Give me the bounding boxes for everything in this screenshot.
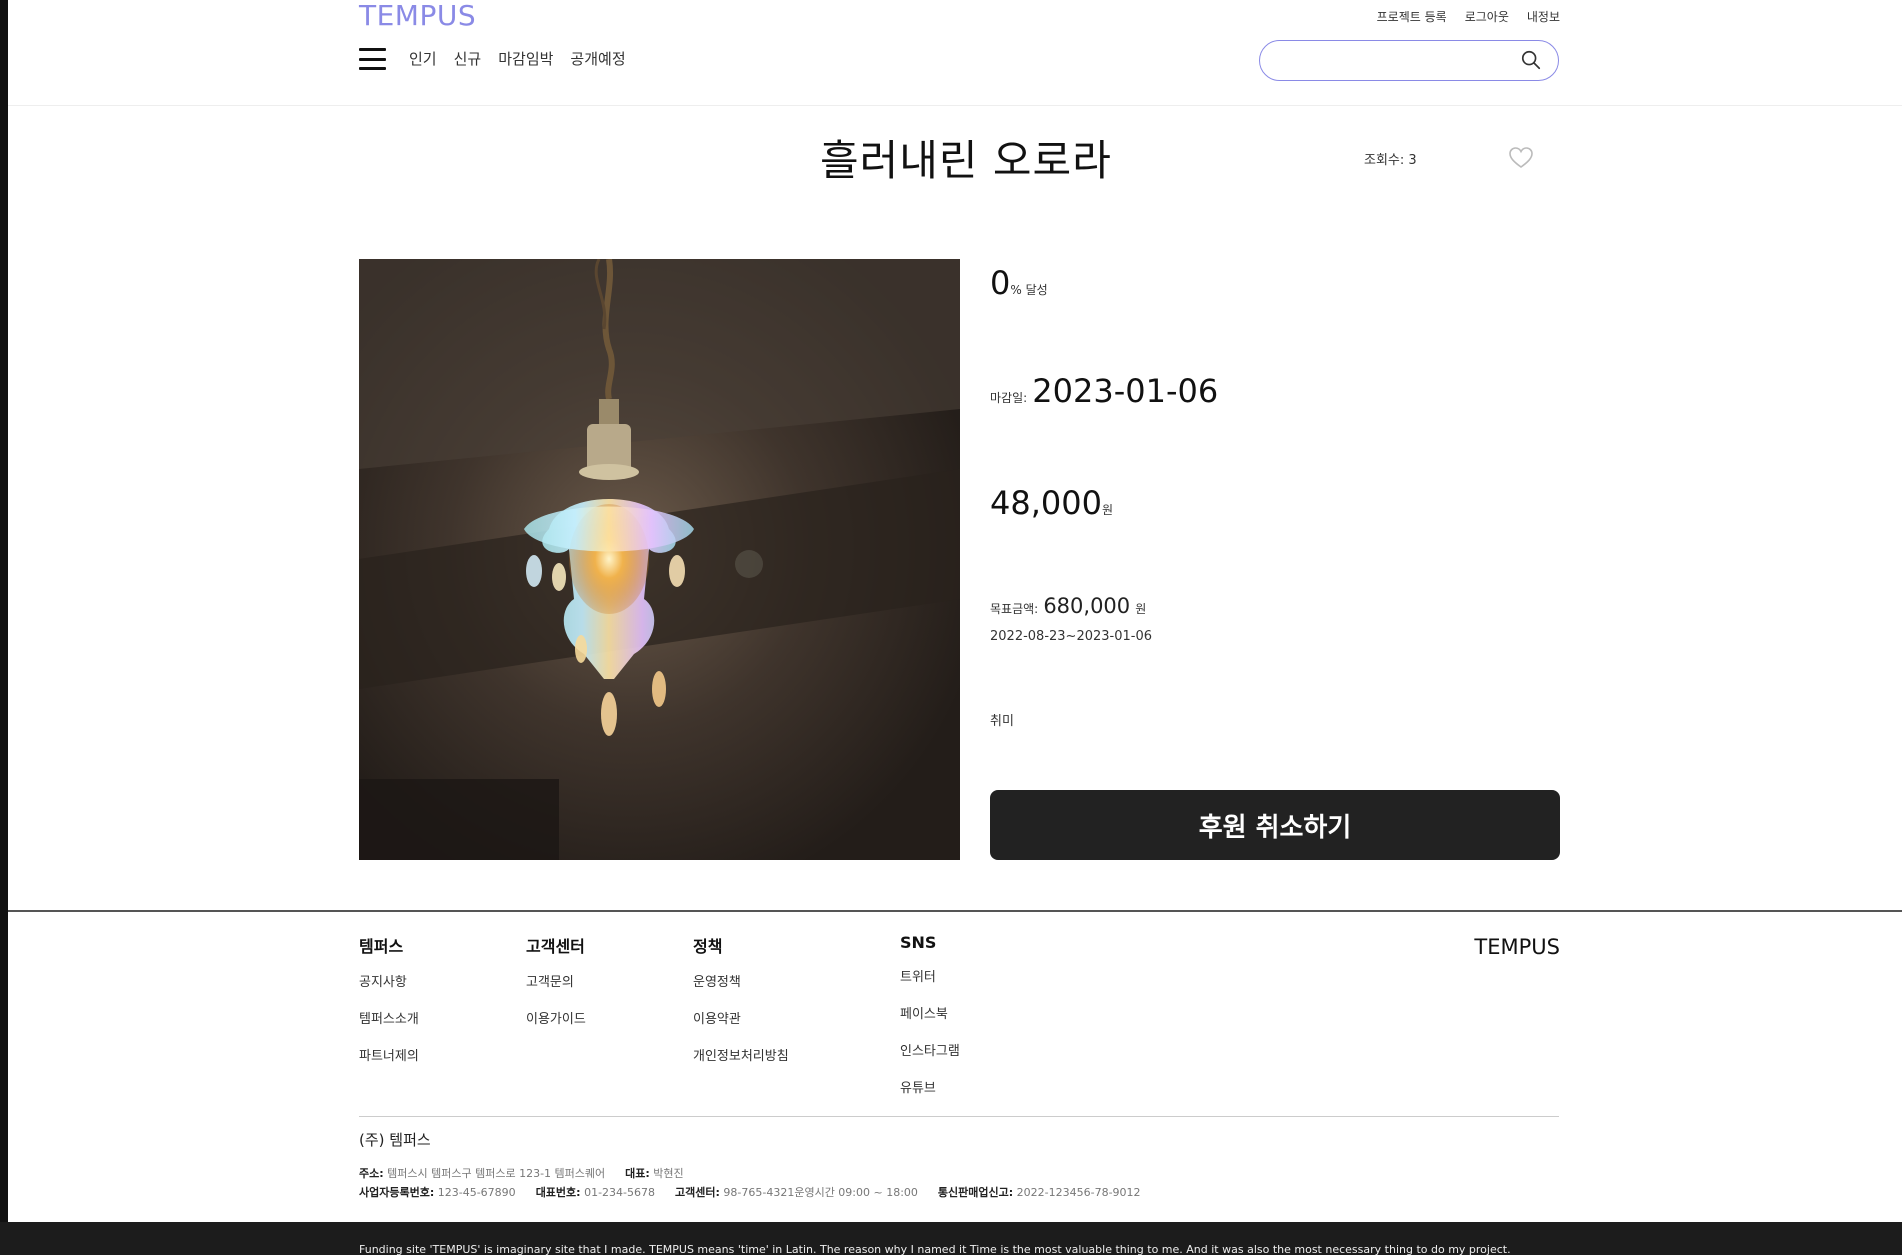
goal-label: 목표금액: bbox=[990, 602, 1039, 616]
mail-order-label: 통신판매업신고: bbox=[937, 1186, 1014, 1199]
company-name: (주) 템퍼스 bbox=[359, 1131, 431, 1149]
footer-col-sns: SNS 트위터 페이스북 인스타그램 유튜브 bbox=[900, 933, 960, 1114]
achievement-value: 0 bbox=[990, 264, 1011, 302]
footer-link-notice[interactable]: 공지사항 bbox=[359, 971, 419, 990]
cancel-support-button[interactable]: 후원 취소하기 bbox=[990, 790, 1560, 860]
product-image bbox=[359, 259, 960, 860]
header-divider bbox=[8, 105, 1902, 106]
footer-col-title: 템퍼스 bbox=[359, 937, 404, 956]
ceo-value: 박현진 bbox=[653, 1167, 684, 1180]
bottom-bar: Funding site 'TEMPUS' is imaginary site … bbox=[0, 1222, 1902, 1255]
nav-popular[interactable]: 인기 bbox=[409, 48, 437, 69]
footer-col-title: 고객센터 bbox=[526, 937, 585, 956]
footer-link-partner[interactable]: 파트너제의 bbox=[359, 1045, 419, 1064]
footer-link-guide[interactable]: 이용가이드 bbox=[526, 1008, 586, 1027]
footer-link-youtube[interactable]: 유튜브 bbox=[900, 1077, 960, 1096]
address-label: 주소: bbox=[359, 1167, 384, 1180]
nav-closing-soon[interactable]: 마감임박 bbox=[498, 48, 553, 69]
register-project-link[interactable]: 프로젝트 등록 bbox=[1377, 8, 1447, 25]
site-logo[interactable]: TEMPUS bbox=[359, 0, 476, 32]
site-disclaimer: Funding site 'TEMPUS' is imaginary site … bbox=[359, 1243, 1511, 1255]
goal-unit: 원 bbox=[1135, 602, 1147, 616]
search-input[interactable] bbox=[1276, 41, 1516, 79]
footer-link-privacy[interactable]: 개인정보처리방침 bbox=[693, 1045, 789, 1064]
footer-link-instagram[interactable]: 인스타그램 bbox=[900, 1040, 960, 1059]
mail-order-value: 2022-123456-78-9012 bbox=[1016, 1186, 1141, 1199]
footer-link-facebook[interactable]: 페이스북 bbox=[900, 1003, 960, 1022]
footer-link-operation[interactable]: 운영정책 bbox=[693, 971, 789, 990]
footer-col-title: SNS bbox=[900, 933, 937, 952]
deadline-value: 2023-01-06 bbox=[1032, 372, 1219, 410]
deadline-label: 마감일: bbox=[990, 391, 1028, 405]
cs-value: 98-765-4321운영시간 09:00 ~ 18:00 bbox=[723, 1186, 918, 1199]
company-info-line-2: 사업자등록번호: 123-45-67890 대표번호: 01-234-5678 고객… bbox=[359, 1184, 1141, 1200]
my-info-link[interactable]: 내정보 bbox=[1527, 8, 1560, 25]
main-nav: 인기 신규 마감임박 공개예정 bbox=[409, 48, 626, 69]
cs-label: 고객센터: bbox=[675, 1186, 720, 1199]
view-count: 조회수: 3 bbox=[1364, 153, 1417, 168]
funding-period: 2022-08-23~2023-01-06 bbox=[990, 629, 1152, 644]
project-title: 흘러내린 오로라 bbox=[820, 136, 1112, 185]
footer-link-twitter[interactable]: 트위터 bbox=[900, 966, 960, 985]
nav-new[interactable]: 신규 bbox=[454, 48, 482, 69]
price-unit: 원 bbox=[1101, 503, 1114, 517]
logout-link[interactable]: 로그아웃 bbox=[1465, 8, 1509, 25]
achievement-rate: 0% 달성 bbox=[990, 264, 1048, 302]
top-links: 프로젝트 등록 로그아웃 내정보 bbox=[1377, 8, 1560, 25]
nav-upcoming[interactable]: 공개예정 bbox=[570, 48, 625, 69]
deadline: 마감일: 2023-01-06 bbox=[990, 372, 1218, 410]
company-info-line-1: 주소: 템퍼스시 템퍼스구 템퍼스로 123-1 템퍼스퀘어 대표: 박현진 bbox=[359, 1165, 684, 1181]
tel-label: 대표번호: bbox=[535, 1186, 581, 1199]
footer-logo: TEMPUS bbox=[1474, 935, 1560, 959]
biz-label: 사업자등록번호: bbox=[359, 1186, 435, 1199]
footer-separator bbox=[359, 1116, 1559, 1117]
footer-link-terms[interactable]: 이용약관 bbox=[693, 1008, 789, 1027]
category-label: 취미 bbox=[990, 714, 1014, 729]
search-box bbox=[1259, 40, 1559, 81]
left-edge-bar bbox=[0, 0, 8, 1255]
footer-col-tempus: 템퍼스 공지사항 템퍼스소개 파트너제의 bbox=[359, 933, 419, 1082]
footer-col-policy: 정책 운영정책 이용약관 개인정보처리방침 bbox=[693, 933, 789, 1082]
price-value: 48,000 bbox=[990, 484, 1102, 522]
footer-col-support: 고객센터 고객문의 이용가이드 bbox=[526, 933, 586, 1045]
goal-value: 680,000 bbox=[1043, 594, 1131, 618]
price: 48,000원 bbox=[990, 484, 1113, 522]
achievement-suffix: % 달성 bbox=[1010, 283, 1048, 297]
goal-amount: 목표금액: 680,000 원 bbox=[990, 594, 1146, 618]
footer-link-inquiry[interactable]: 고객문의 bbox=[526, 971, 586, 990]
heart-icon[interactable] bbox=[1508, 146, 1534, 170]
ceo-label: 대표: bbox=[625, 1167, 650, 1180]
menu-icon[interactable] bbox=[359, 48, 386, 70]
biz-value: 123-45-67890 bbox=[437, 1186, 516, 1199]
footer-col-title: 정책 bbox=[693, 937, 723, 956]
address-value: 템퍼스시 템퍼스구 템퍼스로 123-1 템퍼스퀘어 bbox=[387, 1167, 606, 1180]
footer-divider bbox=[8, 910, 1902, 912]
footer-link-about[interactable]: 템퍼스소개 bbox=[359, 1008, 419, 1027]
search-icon[interactable] bbox=[1520, 49, 1542, 71]
tel-value: 01-234-5678 bbox=[584, 1186, 656, 1199]
